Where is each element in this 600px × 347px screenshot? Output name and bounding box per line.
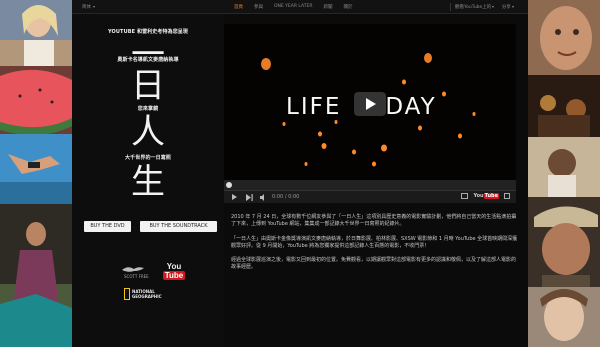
youtube-logo-tube: Tube xyxy=(163,271,185,280)
title-char-2: 日 xyxy=(131,66,165,106)
big-play-button[interactable] xyxy=(354,92,386,116)
left-photo-collage xyxy=(0,0,72,347)
progress-handle[interactable] xyxy=(226,182,232,188)
video-progress-bar[interactable] xyxy=(224,180,516,190)
nav-item-one-year-later[interactable]: ONE YEAR LATER xyxy=(274,4,312,10)
description-paragraph-3: 經過全球影展巡演之後，電影又回到最初的位置。免費觀看，以期讓觀眾對這部電影有更多… xyxy=(231,257,517,271)
volume-icon[interactable] xyxy=(260,194,267,201)
watch-on-youtube-label: 觀看YouTube上的 xyxy=(455,5,492,10)
chevron-down-icon xyxy=(511,5,514,8)
nav-item-news[interactable]: 新聞 xyxy=(323,4,332,10)
description-paragraph-1: 2010 年 7 月 24 日，全球有數千位網友參與了「一日人生」這項別具歷史意… xyxy=(231,214,517,228)
expand-icon[interactable] xyxy=(504,193,510,199)
share-label[interactable]: 分享 xyxy=(502,5,511,10)
watch-on-youtube-link[interactable]: 觀看YouTube上的 分享 xyxy=(455,4,514,10)
photo-dancer xyxy=(0,204,72,347)
youtube-logo-you: You xyxy=(166,262,182,271)
next-icon[interactable] xyxy=(246,194,253,201)
language-selector[interactable]: 简体 xyxy=(82,4,95,10)
photo-boy-face xyxy=(528,0,600,75)
right-photo-collage xyxy=(528,0,600,347)
top-navigation-bar: 简体 首頁 參與 ONE YEAR LATER 新聞 關於 觀看YouTube上… xyxy=(72,0,528,14)
play-icon[interactable] xyxy=(232,194,237,200)
ng-yellow-frame-icon xyxy=(124,287,130,300)
scott-free-text: SCOTT FREE xyxy=(124,274,149,279)
director-line: 奧斯卡名導凱文麥唐納執導 xyxy=(117,57,179,63)
video-player[interactable]: LIFE DAY xyxy=(224,24,516,180)
you-shoot-line: 您來掌鏡 xyxy=(137,106,159,112)
title-left: LIFE xyxy=(286,94,342,120)
fullscreen-icon[interactable] xyxy=(461,193,469,199)
chevron-down-icon xyxy=(93,5,95,8)
nav-item-participate[interactable]: 參與 xyxy=(254,4,263,10)
player-right-controls: YouTube xyxy=(461,193,510,199)
title-char-3: 人 xyxy=(131,112,165,152)
player-controls: 0:00 / 0:00 YouTube xyxy=(224,190,516,203)
yt-you: You xyxy=(473,193,484,199)
play-icon xyxy=(366,98,376,110)
intro-panel: YOUTUBE 和雷利史考特為您呈現 一 奧斯卡名導凱文麥唐納執導 日 您來掌鏡… xyxy=(72,14,224,347)
world-day-line: 大千世界的一日寫照 xyxy=(125,155,171,161)
youtube-button[interactable]: YouTube xyxy=(473,193,499,199)
photo-candles xyxy=(528,75,600,137)
photo-old-man-hat xyxy=(528,197,600,287)
buy-soundtrack-button[interactable]: BUY THE SOUNDTRACK xyxy=(140,221,217,232)
nav-items: 首頁 參與 ONE YEAR LATER 新聞 關於 xyxy=(234,4,352,10)
photo-watermelon xyxy=(0,66,72,134)
ng-line2: GEOGRAPHIC xyxy=(132,293,162,299)
nav-item-home[interactable]: 首頁 xyxy=(234,4,243,10)
chevron-down-icon xyxy=(492,5,495,8)
buy-dvd-button[interactable]: BUY THE DVD xyxy=(84,221,131,232)
national-geographic-logo: NATIONAL GEOGRAPHIC xyxy=(124,285,162,302)
photo-baby xyxy=(528,137,600,197)
photo-diver xyxy=(0,134,72,204)
description: 2010 年 7 月 24 日，全球有數千位網友參與了「一日人生」這項別具歷史意… xyxy=(231,214,518,279)
photo-woman xyxy=(528,287,600,347)
nav-item-about[interactable]: 關於 xyxy=(343,4,352,10)
description-paragraph-2: 「一日人生」由奧斯卡金像獎導演凱文麥唐納執導，於日舞影展、柏林影展、SXSW 電… xyxy=(231,235,518,249)
nav-divider xyxy=(450,3,451,11)
time-display: 0:00 / 0:00 xyxy=(272,194,300,200)
youtube-logo: YouTube xyxy=(160,262,188,280)
title-right: DAY xyxy=(385,94,437,120)
language-label: 简体 xyxy=(82,5,91,10)
yt-tube: Tube xyxy=(483,193,499,199)
photo-smiling-girl xyxy=(0,0,72,66)
title-char-4: 生 xyxy=(131,162,165,202)
presenters-line: YOUTUBE 和雷利史考特為您呈現 xyxy=(108,29,188,35)
